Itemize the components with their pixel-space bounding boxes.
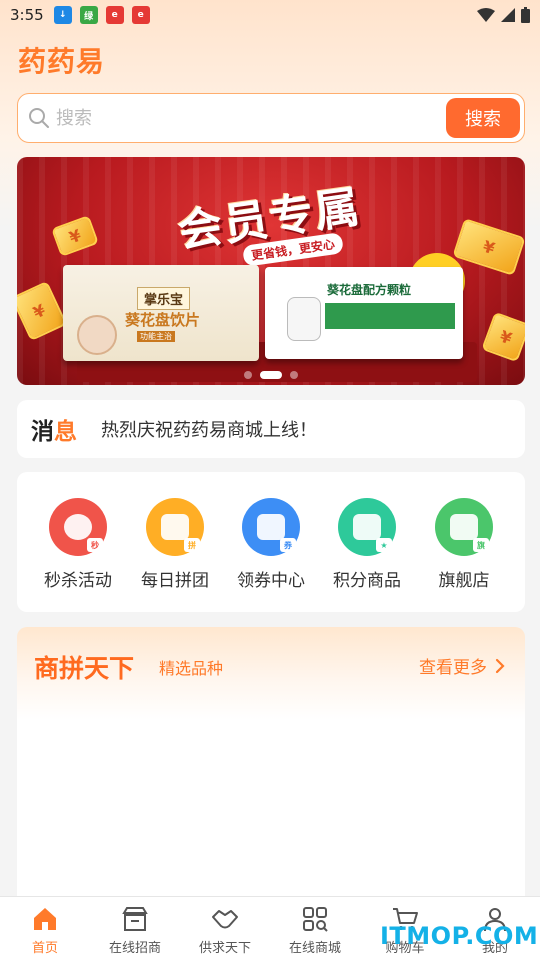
product-name: 葵花盘配方颗粒	[327, 283, 412, 297]
nav-label: 在线招商	[108, 941, 161, 956]
red-app-icon: e	[105, 6, 124, 24]
chevron-right-icon	[495, 658, 505, 673]
view-more-link[interactable]: 查看更多	[419, 653, 505, 678]
green-app-icon: 绿	[79, 6, 98, 24]
home-icon	[34, 908, 56, 930]
notice-bar[interactable]: 消息 热烈庆祝药药易商城上线！	[17, 400, 525, 458]
notice-label: 消息	[31, 419, 77, 445]
entry-label: 领券中心	[237, 571, 305, 591]
status-bar: 3:55 ↓ 绿 e e	[0, 0, 540, 30]
search-input[interactable]	[56, 98, 416, 138]
product-green-band	[325, 303, 455, 329]
store-icon: 旗	[435, 498, 493, 556]
product-box-kuihuapan-yinpian: 掌乐宝 葵花盘饮片 功能主治	[63, 265, 259, 361]
status-time: 3:55	[10, 6, 44, 24]
signal-icon	[501, 8, 515, 22]
red-app-icon-2: e	[131, 6, 150, 24]
entry-label: 每日拼团	[141, 571, 209, 591]
site-watermark: ITMOP.COM	[380, 922, 539, 950]
download-app-icon: ↓	[53, 6, 72, 24]
nav-item-investment[interactable]: 在线招商	[90, 897, 180, 960]
promo-banner[interactable]: ¥ ¥ ¥ ¥ 会员专属 更省钱，更安心 掌乐宝 葵花盘饮片 功能主治 葵花盘配…	[17, 157, 525, 385]
alarm-clock-icon: 秒	[49, 498, 107, 556]
pagination-dot-active[interactable]	[260, 371, 282, 379]
entry-label: 积分商品	[333, 571, 401, 591]
entry-label: 秒杀活动	[44, 571, 112, 591]
entry-label: 旗舰店	[438, 571, 490, 591]
search-bar: 搜索	[17, 93, 525, 143]
storefront-icon	[122, 907, 148, 931]
foot-graphic	[287, 297, 321, 341]
quick-entry-panel: 秒 秒杀活动 拼 每日拼团 券 领券中心 ★ 积分商品 旗 旗舰店	[17, 472, 525, 612]
product-tag: 功能主治	[137, 331, 175, 342]
entry-points-goods[interactable]: ★ 积分商品	[319, 498, 415, 591]
handshake-icon	[212, 910, 238, 929]
pagination-dot[interactable]	[244, 371, 252, 379]
search-button[interactable]: 搜索	[446, 98, 520, 138]
nav-label: 供求天下	[198, 941, 251, 956]
section-subtitle: 精选品种	[159, 659, 224, 678]
product-name: 葵花盘饮片	[125, 311, 201, 329]
entry-flagship-store[interactable]: 旗 旗舰店	[416, 498, 512, 591]
entry-flash-sale[interactable]: 秒 秒杀活动	[30, 498, 126, 591]
product-circle-graphic	[77, 315, 117, 355]
battery-icon	[521, 7, 530, 23]
entry-coupon-center[interactable]: 券 领券中心	[223, 498, 319, 591]
product-brand: 掌乐宝	[137, 287, 191, 310]
nav-item-home[interactable]: 首页	[0, 897, 90, 960]
notice-text: 热烈庆祝药药易商城上线！	[101, 420, 317, 441]
grid-search-icon	[303, 907, 328, 932]
product-box-kuihuapan-keli: 葵花盘配方颗粒	[265, 267, 463, 359]
nav-item-online-mall[interactable]: 在线商城	[270, 897, 360, 960]
section-title: 商拼天下	[34, 654, 135, 683]
search-icon	[29, 108, 49, 128]
banner-pagination	[17, 371, 525, 379]
gift-icon: ★	[338, 498, 396, 556]
app-title: 药药易	[18, 45, 106, 78]
nav-label: 首页	[31, 941, 58, 956]
shopping-bag-icon: 拼	[146, 498, 204, 556]
wifi-icon	[477, 8, 495, 22]
nav-item-supply-demand[interactable]: 供求天下	[180, 897, 270, 960]
view-more-label: 查看更多	[419, 658, 487, 678]
featured-section: 商拼天下 精选品种 查看更多	[17, 627, 525, 917]
entry-daily-group[interactable]: 拼 每日拼团	[127, 498, 223, 591]
coupon-icon: 券	[242, 498, 300, 556]
pagination-dot[interactable]	[290, 371, 298, 379]
nav-label: 在线商城	[288, 941, 341, 956]
